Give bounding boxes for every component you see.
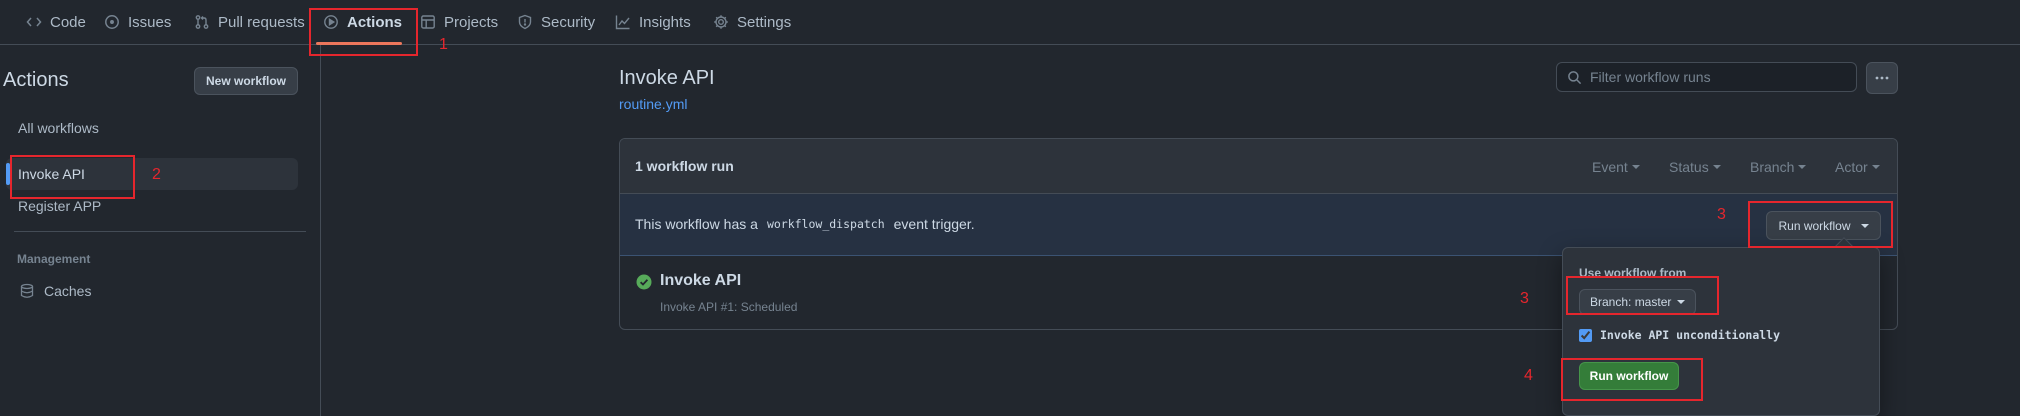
runs-header: 1 workflow run Event Status Branch Actor — [620, 139, 1897, 194]
more-options-button[interactable] — [1866, 62, 1898, 94]
tab-projects-label: Projects — [444, 13, 499, 31]
gear-icon — [714, 15, 728, 29]
runs-count: 1 workflow run — [635, 158, 734, 174]
chevron-down-icon — [1631, 165, 1640, 169]
filter-runs-input[interactable] — [1590, 69, 1840, 85]
branch-filter-label: Branch — [1750, 159, 1795, 175]
sidebar-item-register-app[interactable]: Register APP — [18, 198, 101, 214]
table-icon — [421, 15, 435, 29]
chevron-down-icon — [1798, 165, 1807, 169]
database-icon — [20, 283, 34, 298]
invoke-unconditionally-label: Invoke API unconditionally — [1600, 328, 1781, 342]
sidebar-title: Actions — [3, 69, 69, 91]
new-workflow-button[interactable]: New workflow — [194, 67, 298, 95]
invoke-unconditionally-option[interactable]: Invoke API unconditionally — [1579, 328, 1780, 342]
chevron-down-icon — [1871, 165, 1880, 169]
run-workflow-submit-button[interactable]: Run workflow — [1579, 362, 1679, 390]
sidebar-active-indicator — [6, 163, 10, 185]
code-icon — [26, 17, 42, 27]
tab-pull-requests-label: Pull requests — [218, 13, 305, 31]
status-filter-label: Status — [1669, 159, 1709, 175]
branch-filter-dropdown[interactable]: Branch — [1750, 159, 1807, 175]
branch-select-label: Branch: master — [1590, 295, 1672, 309]
tab-actions[interactable]: Actions — [323, 9, 402, 35]
graph-icon — [615, 15, 630, 30]
check-circle-icon — [636, 274, 652, 290]
sidebar: Actions New workflow All workflows Invok… — [0, 45, 321, 416]
dispatch-suffix: event trigger. — [893, 216, 975, 232]
event-filter-label: Event — [1592, 159, 1628, 175]
tab-pull-requests[interactable]: Pull requests — [194, 9, 305, 35]
status-filter-dropdown[interactable]: Status — [1669, 159, 1721, 175]
actor-filter-label: Actor — [1835, 159, 1868, 175]
run-workflow-popover: Use workflow from Branch: master Invoke … — [1562, 247, 1880, 416]
tab-settings[interactable]: Settings — [713, 9, 791, 35]
annotation-number: 1 — [439, 36, 448, 53]
issue-icon — [105, 15, 119, 29]
workflow-file-link[interactable]: routine.yml — [619, 96, 687, 112]
tab-code[interactable]: Code — [26, 9, 86, 35]
tab-projects[interactable]: Projects — [420, 9, 498, 35]
tab-actions-label: Actions — [347, 13, 403, 31]
tab-issues-label: Issues — [128, 13, 172, 31]
tab-security[interactable]: Security — [517, 9, 595, 35]
tab-insights-label: Insights — [639, 13, 691, 31]
tab-insights[interactable]: Insights — [615, 9, 691, 35]
branch-select-button[interactable]: Branch: master — [1579, 289, 1697, 315]
run-workflow-dropdown-button[interactable]: Run workflow — [1766, 211, 1881, 240]
chevron-down-icon — [1677, 300, 1686, 304]
sidebar-item-caches-label: Caches — [44, 283, 92, 299]
pull-request-icon — [195, 15, 209, 29]
chevron-down-icon — [1860, 223, 1869, 228]
tab-issues[interactable]: Issues — [104, 9, 171, 35]
kebab-horizontal-icon — [1875, 76, 1889, 80]
tab-security-label: Security — [541, 13, 596, 31]
sidebar-item-all-workflows[interactable]: All workflows — [18, 120, 99, 136]
tab-settings-label: Settings — [737, 13, 792, 31]
run-workflow-dropdown-label: Run workflow — [1778, 218, 1851, 233]
sidebar-divider — [14, 231, 306, 232]
filter-runs-field[interactable] — [1556, 62, 1857, 92]
use-workflow-from-label: Use workflow from — [1579, 266, 1687, 280]
invoke-unconditionally-checkbox[interactable] — [1579, 328, 1592, 342]
play-icon — [324, 15, 338, 29]
shield-icon — [518, 14, 532, 30]
page-title: Invoke API — [619, 67, 715, 89]
dispatch-message: This workflow has a workflow_dispatch ev… — [635, 216, 975, 232]
sidebar-item-invoke-api[interactable]: Invoke API — [18, 166, 85, 182]
annotation-number: 4 — [1524, 367, 1533, 384]
annotation-number: 2 — [152, 166, 161, 183]
run-title[interactable]: Invoke API — [660, 272, 741, 290]
repo-nav: Code Issues Pull requests Actions Projec… — [0, 0, 2020, 45]
sidebar-item-caches[interactable]: Caches — [20, 283, 91, 299]
actor-filter-dropdown[interactable]: Actor — [1835, 159, 1880, 175]
annotation-number: 3 — [1717, 206, 1726, 223]
event-filter-dropdown[interactable]: Event — [1592, 159, 1640, 175]
active-tab-underline — [316, 42, 402, 45]
annotation-number: 3 — [1520, 290, 1529, 307]
dispatch-prefix: This workflow has a — [635, 216, 758, 232]
dispatch-code: workflow_dispatch — [766, 217, 885, 231]
search-icon — [1568, 70, 1582, 84]
run-meta: Invoke API #1: Scheduled — [660, 300, 798, 314]
chevron-down-icon — [1712, 165, 1721, 169]
sidebar-heading-management: Management — [17, 252, 91, 266]
tab-code-label: Code — [50, 13, 86, 31]
